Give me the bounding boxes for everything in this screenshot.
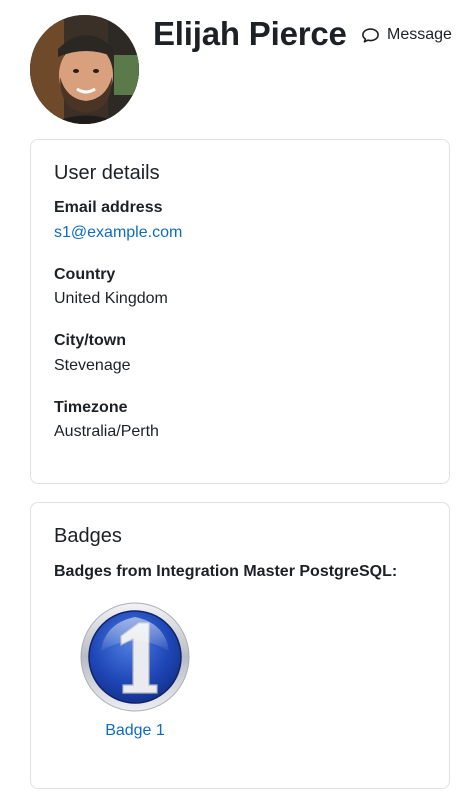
- email-label: Email address: [54, 199, 163, 216]
- user-details-card: User details Email address s1@example.co…: [30, 139, 450, 484]
- user-fullname: Elijah Pierce: [153, 15, 347, 52]
- avatar-photo-icon: [30, 15, 139, 124]
- message-button[interactable]: Message: [361, 24, 452, 46]
- city-label: City/town: [54, 332, 126, 349]
- badge-link[interactable]: Badge 1: [77, 722, 193, 740]
- user-avatar[interactable]: [30, 15, 139, 124]
- badge-number-one-icon[interactable]: [79, 601, 191, 713]
- chat-bubble-icon: [362, 27, 379, 43]
- badge-item[interactable]: Badge 1: [77, 601, 193, 740]
- country-label: Country: [54, 266, 116, 283]
- badges-source-heading: Badges from Integration Master PostgreSQ…: [54, 563, 398, 580]
- country-value: United Kingdom: [54, 290, 168, 307]
- city-value: Stevenage: [54, 357, 131, 374]
- badges-card: Badges Badges from Integration Master Po…: [30, 502, 450, 789]
- profile-header: Elijah Pierce Message: [0, 0, 461, 130]
- timezone-value: Australia/Perth: [54, 423, 159, 440]
- email-link[interactable]: s1@example.com: [54, 224, 182, 242]
- message-label: Message: [387, 26, 452, 43]
- timezone-label: Timezone: [54, 399, 128, 416]
- user-details-title: User details: [54, 162, 160, 184]
- badges-title: Badges: [54, 525, 122, 547]
